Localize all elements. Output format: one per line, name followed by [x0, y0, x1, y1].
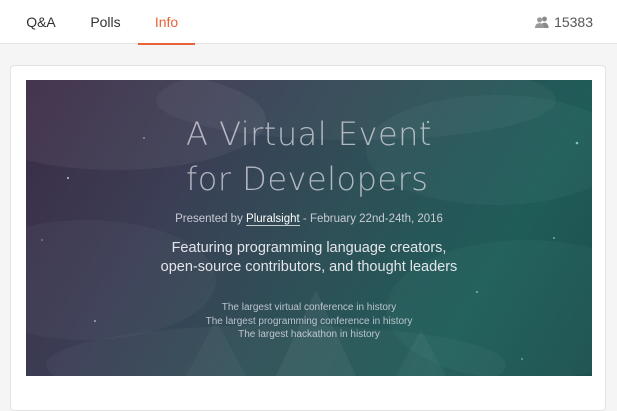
tab-info-label: Info [154, 14, 179, 30]
brand-link[interactable]: Pluralsight [246, 213, 300, 226]
highlight-item: The largest virtual conference in histor… [221, 302, 397, 313]
top-nav: Q&A Polls Info 15383 [0, 0, 617, 45]
headline-line2: for Developers [186, 160, 429, 198]
tab-qa-label: Q&A [26, 14, 56, 30]
presented-prefix: Presented by [175, 213, 247, 225]
presented-by: Presented by Pluralsight - February 22nd… [26, 213, 592, 226]
tab-info[interactable]: Info [138, 0, 195, 45]
featuring-line2: open-source contributors, and thought le… [160, 259, 458, 275]
users-icon [535, 16, 549, 28]
highlight-item: The largest programming conference in hi… [205, 316, 413, 327]
viewer-count: 15383 [535, 0, 593, 44]
featuring-line1: Featuring programming language creators, [171, 240, 447, 256]
tab-polls-label: Polls [90, 14, 121, 30]
active-tab-indicator [138, 43, 195, 45]
event-banner: A Virtual Event for Developers Presented… [26, 80, 592, 376]
viewer-count-value: 15383 [554, 14, 593, 30]
presented-dates: - February 22nd-24th, 2016 [299, 213, 443, 225]
headline-line1: A Virtual Event [186, 115, 432, 153]
info-card: A Virtual Event for Developers Presented… [10, 65, 606, 411]
tab-polls[interactable]: Polls [84, 0, 127, 44]
highlight-item: The largest hackathon in history [238, 329, 380, 340]
tab-qa[interactable]: Q&A [18, 0, 64, 44]
